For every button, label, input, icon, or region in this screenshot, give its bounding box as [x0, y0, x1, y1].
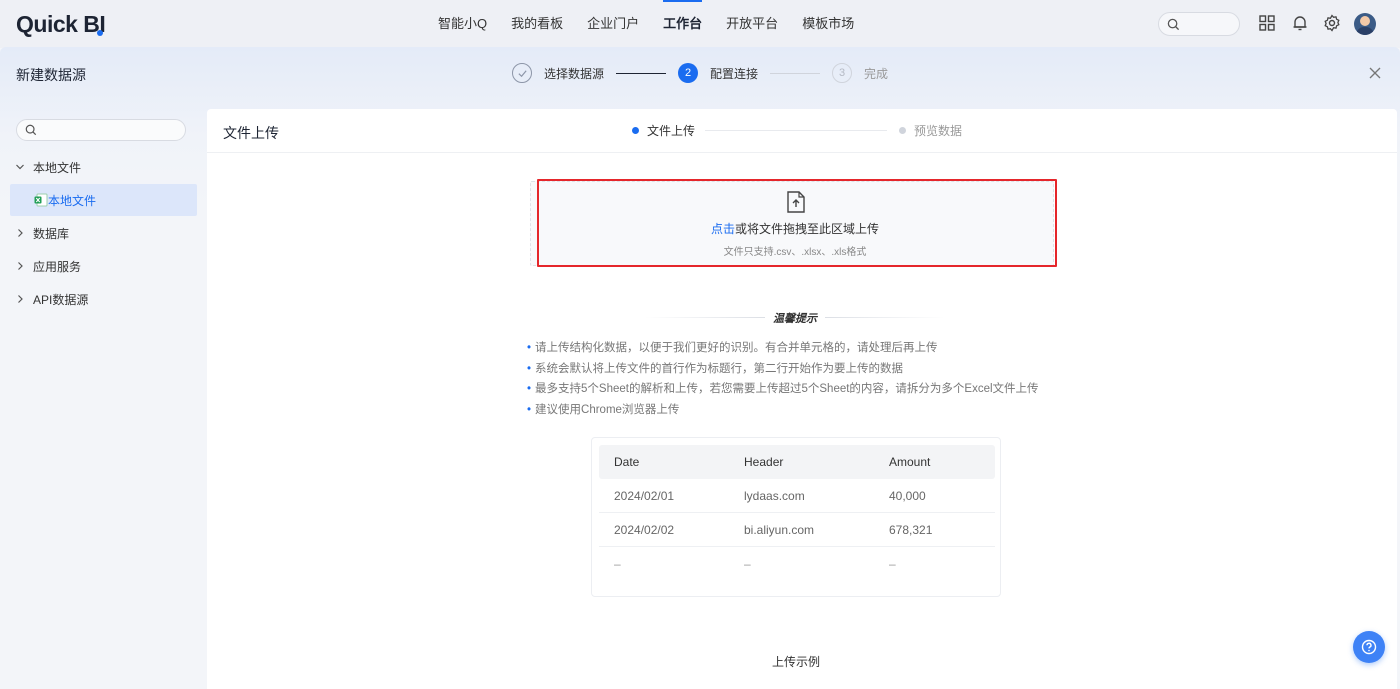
- close-icon[interactable]: [1368, 66, 1382, 80]
- nav-item-smart-q[interactable]: 智能小Q: [426, 0, 499, 48]
- chevron-right-icon: [18, 295, 23, 303]
- sidebar-item-label: 本地文件: [48, 193, 97, 208]
- tip-divider-right: [825, 317, 945, 318]
- nav-item-workbench[interactable]: 工作台: [651, 0, 714, 48]
- step-2-indicator: 2: [678, 63, 699, 83]
- sidebar-item-local-file[interactable]: 本地文件: [10, 184, 197, 216]
- dropzone-text: 点击或将文件拖拽至此区域上传: [710, 222, 880, 236]
- list-item: • 最多支持5个Sheet的解析和上传，若您需要上传超过5个Sheet的内容，请拆…: [527, 383, 1039, 396]
- sidebar-group-app-service[interactable]: 应用服务: [0, 250, 206, 282]
- top-search-input[interactable]: [1158, 12, 1240, 36]
- step-connector: [770, 72, 821, 74]
- wizard-steps: 选择数据源 2 配置连接 3 完成: [512, 62, 888, 84]
- table-cell: –: [614, 557, 621, 571]
- step-2-label: 配置连接: [710, 66, 759, 81]
- substep-connector: [705, 130, 887, 131]
- nav-item-my-dashboard[interactable]: 我的看板: [499, 0, 575, 48]
- card-title: 文件上传: [223, 125, 279, 141]
- table-header: [599, 445, 995, 479]
- substep-preview-data: 预览数据: [899, 122, 962, 139]
- table-cell: 2024/02/01: [614, 489, 675, 503]
- sidebar-group-database[interactable]: 数据库: [0, 217, 206, 249]
- table-cell: –: [744, 557, 751, 571]
- chevron-down-icon: [16, 164, 24, 170]
- sidebar-search-input[interactable]: [16, 119, 186, 141]
- quick-bi-logo[interactable]: Quick BI: [16, 11, 106, 38]
- column-header: Header: [744, 455, 784, 469]
- row-divider: [599, 546, 995, 547]
- nav-item-open-platform[interactable]: 开放平台: [714, 0, 790, 48]
- nav-item-portal[interactable]: 企业门户: [575, 0, 651, 48]
- chevron-right-icon: [18, 262, 23, 270]
- new-datasource-modal: 新建数据源 选择数据源 2 配置连接 3 完成 本地文件 本地文件 数据库 应用…: [0, 47, 1400, 689]
- search-icon: [25, 124, 37, 136]
- substep-file-upload: 文件上传: [632, 122, 695, 139]
- step-3-indicator: 3: [832, 63, 853, 83]
- chevron-right-icon: [18, 229, 23, 237]
- table-cell: 2024/02/02: [614, 523, 675, 537]
- user-avatar[interactable]: [1354, 13, 1376, 35]
- table-cell: 40,000: [889, 489, 926, 503]
- step-connector: [616, 72, 667, 74]
- list-item: • 系统会默认将上传文件的首行作为标题行，第二行开始作为要上传的数据: [527, 362, 904, 375]
- bell-icon[interactable]: [1291, 14, 1309, 32]
- sample-table: Date Header Amount 2024/02/01 lydaas.com…: [591, 437, 1001, 597]
- table-cell: bi.aliyun.com: [744, 523, 815, 537]
- table-cell: –: [889, 557, 896, 571]
- sidebar-item-label: 数据库: [33, 226, 70, 241]
- sidebar-group-api-datasource[interactable]: API数据源: [0, 283, 206, 315]
- search-icon: [1167, 18, 1180, 31]
- dropzone-format-hint: 文件只支持.csv、.xlsx、.xls格式: [723, 247, 867, 258]
- click-upload-link[interactable]: 点击: [711, 222, 735, 236]
- step-1-label: 选择数据源: [544, 66, 605, 81]
- sidebar-item-label: 应用服务: [33, 259, 82, 274]
- tips-title: 温馨提示: [773, 313, 817, 325]
- upload-file-icon: [787, 191, 805, 213]
- top-nav-bar: Quick BI 智能小Q 我的看板 企业门户 工作台 开放平台 模板市场: [0, 0, 1400, 48]
- file-upload-card: 文件上传 文件上传 预览数据 点击或将文件拖拽至此区域上传 文件只支持.csv、…: [207, 109, 1397, 689]
- tips-list: • 请上传结构化数据，以便于我们更好的识别。有合并单元格的，请处理后再上传 • 系统…: [527, 338, 1039, 421]
- list-item: • 建议使用Chrome浏览器上传: [527, 404, 680, 417]
- row-divider: [599, 512, 995, 513]
- column-header: Date: [614, 455, 640, 469]
- sidebar-item-label: API数据源: [33, 292, 89, 307]
- excel-file-icon: [34, 193, 48, 207]
- sidebar-group-local-file[interactable]: 本地文件: [0, 151, 206, 183]
- column-header: Amount: [889, 455, 931, 469]
- list-item: • 请上传结构化数据，以便于我们更好的识别。有合并单元格的，请处理后再上传: [527, 342, 938, 354]
- step-3-label: 完成: [864, 66, 889, 81]
- modal-title: 新建数据源: [16, 67, 86, 83]
- gear-icon[interactable]: [1323, 14, 1341, 32]
- table-cell: 678,321: [889, 523, 933, 537]
- table-cell: lydaas.com: [744, 489, 805, 503]
- help-button[interactable]: [1353, 631, 1385, 663]
- sidebar-item-label: 本地文件: [33, 160, 82, 175]
- nav-item-template-market[interactable]: 模板市场: [790, 0, 866, 48]
- main-nav: 智能小Q 我的看板 企业门户 工作台 开放平台 模板市场: [426, 0, 866, 48]
- card-header-divider: [207, 152, 1397, 153]
- apps-grid-icon[interactable]: [1258, 14, 1276, 32]
- step-1-check-icon: [512, 63, 532, 83]
- sample-table-caption: 上传示例: [771, 655, 820, 669]
- help-icon: [1361, 639, 1377, 655]
